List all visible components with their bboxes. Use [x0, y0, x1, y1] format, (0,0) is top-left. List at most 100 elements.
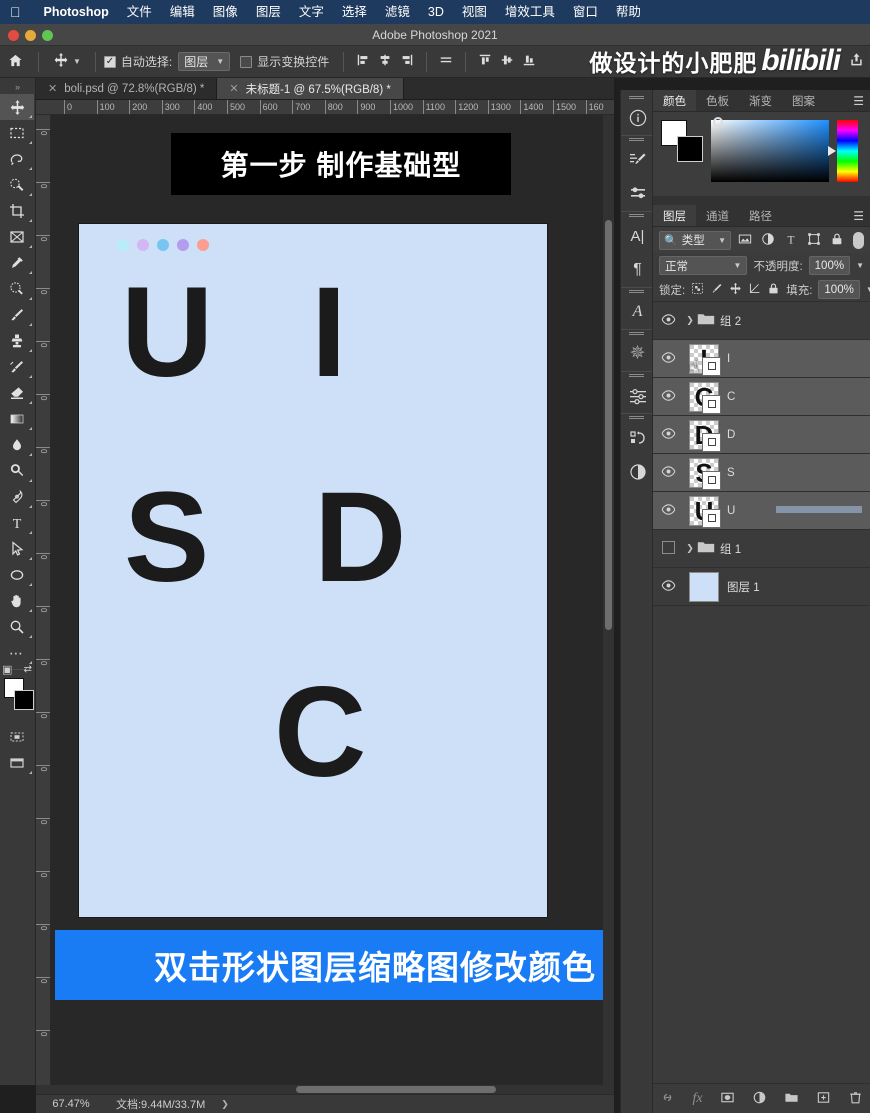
add-layer-mask-icon[interactable]	[720, 1090, 735, 1108]
lock-transparent-pixels-icon[interactable]	[691, 282, 704, 298]
fill-field[interactable]: 100%	[818, 280, 860, 299]
auto-select-checkbox[interactable]: ✓	[103, 55, 116, 68]
path-selection-tool[interactable]	[0, 536, 34, 562]
layer-row[interactable]: UU	[653, 492, 870, 530]
chevron-down-icon[interactable]: ▼	[73, 57, 81, 66]
panel-grip[interactable]	[621, 414, 652, 421]
clone-stamp-tool[interactable]	[0, 328, 34, 354]
layer-row[interactable]: I☝I	[653, 340, 870, 378]
blend-mode-dropdown[interactable]: 正常 ▼	[659, 256, 748, 275]
move-tool[interactable]	[0, 94, 34, 120]
eye-visible-icon[interactable]	[653, 313, 683, 329]
panel-grip[interactable]	[621, 288, 652, 295]
history-brush-tool[interactable]	[0, 354, 34, 380]
tab-channels[interactable]: 通道	[696, 205, 739, 226]
layer-thumbnail[interactable]: C	[689, 381, 721, 414]
vector-mask-thumbnail[interactable]	[702, 470, 721, 490]
color-picker-marker[interactable]	[713, 117, 723, 127]
type-tool[interactable]: T	[0, 510, 34, 536]
menu-item-layer[interactable]: 图层	[247, 0, 290, 24]
hue-slider[interactable]	[828, 120, 858, 182]
menu-item-window[interactable]: 窗口	[564, 0, 607, 24]
background-color-swatch[interactable]	[677, 136, 703, 162]
smart-object-filter-icon[interactable]	[828, 232, 846, 249]
menu-item-plugins[interactable]: 增效工具	[496, 0, 564, 24]
spot-healing-brush-tool[interactable]	[0, 276, 34, 302]
distribute-horizontal-icon[interactable]	[435, 53, 457, 70]
apple-logo-icon[interactable]: 	[10, 5, 21, 19]
history-panel-icon[interactable]	[621, 421, 654, 455]
ellipse-tool[interactable]	[0, 562, 34, 588]
opacity-chevron-down-icon[interactable]: ▼	[856, 261, 864, 270]
brush-settings-panel-icon[interactable]	[621, 143, 654, 177]
lock-artboard-nesting-icon[interactable]	[748, 282, 761, 298]
character-panel-icon[interactable]: A|	[621, 219, 654, 253]
show-transform-controls-checkbox[interactable]: ✓	[240, 55, 253, 68]
adjustments-panel-icon[interactable]	[621, 379, 654, 413]
menu-app-name[interactable]: Photoshop	[35, 0, 118, 24]
layer-row[interactable]: CC	[653, 378, 870, 416]
lasso-tool[interactable]	[0, 146, 34, 172]
eyedropper-tool[interactable]	[0, 250, 34, 276]
align-top-icon[interactable]	[474, 53, 496, 70]
lock-position-icon[interactable]	[729, 282, 742, 298]
info-panel-icon[interactable]	[621, 101, 654, 135]
opacity-field[interactable]: 100%	[808, 256, 851, 275]
vector-mask-thumbnail[interactable]	[702, 432, 721, 452]
panel-grip[interactable]	[621, 212, 652, 219]
menu-item-filter[interactable]: 滤镜	[376, 0, 419, 24]
shape-filter-icon[interactable]	[805, 232, 823, 249]
tab-gradients[interactable]: 渐变	[739, 90, 782, 111]
align-middle-vertical-icon[interactable]	[496, 53, 518, 70]
menu-item-view[interactable]: 视图	[453, 0, 496, 24]
adjustment-filter-icon[interactable]	[759, 232, 777, 249]
brush-tool[interactable]	[0, 302, 34, 328]
canvas-vertical-scrollbar[interactable]	[603, 115, 614, 1085]
background-color-swatch[interactable]	[14, 690, 34, 710]
tab-patterns[interactable]: 图案	[782, 90, 825, 111]
panel-grip[interactable]	[621, 136, 652, 143]
lock-all-icon[interactable]	[767, 282, 780, 298]
panel-grip[interactable]	[621, 94, 652, 101]
menu-item-file[interactable]: 文件	[118, 0, 161, 24]
maximize-window-button[interactable]	[42, 30, 53, 41]
quick-selection-tool[interactable]	[0, 172, 34, 198]
crop-tool[interactable]	[0, 198, 34, 224]
tab-swatches[interactable]: 色板	[696, 90, 739, 111]
eye-visible-icon[interactable]	[653, 579, 683, 595]
layer-thumbnail[interactable]: I	[689, 343, 721, 376]
zoom-tool[interactable]	[0, 614, 34, 640]
panel-grip[interactable]	[621, 372, 652, 379]
layer-thumbnail[interactable]	[689, 571, 719, 602]
scrollbar-thumb[interactable]	[605, 220, 612, 630]
align-center-horizontal-icon[interactable]	[374, 53, 396, 70]
home-icon[interactable]	[0, 53, 30, 71]
new-layer-icon[interactable]	[816, 1090, 831, 1108]
menu-item-edit[interactable]: 编辑	[161, 0, 204, 24]
paragraph-panel-icon[interactable]: ¶	[621, 253, 654, 287]
minimize-window-button[interactable]	[25, 30, 36, 41]
blur-tool[interactable]	[0, 432, 34, 458]
eye-hidden-icon[interactable]	[653, 540, 683, 557]
layer-thumbnail[interactable]: D	[689, 419, 721, 452]
panel-menu-icon[interactable]: ☰	[853, 209, 864, 223]
glyphs-panel-icon[interactable]: A	[621, 295, 654, 329]
gradient-tool[interactable]	[0, 406, 34, 432]
tab-layers[interactable]: 图层	[653, 205, 696, 226]
color-spectrum[interactable]	[711, 117, 829, 182]
vector-mask-thumbnail[interactable]	[702, 394, 721, 414]
screen-mode-button[interactable]	[0, 750, 34, 776]
group-expand-chevron-icon[interactable]: ❯	[683, 315, 697, 326]
scrollbar-thumb[interactable]	[296, 1086, 496, 1093]
layer-row[interactable]: DD	[653, 416, 870, 454]
eye-visible-icon[interactable]	[653, 427, 683, 443]
layer-row[interactable]: ❯ 组 2	[653, 302, 870, 340]
document-tab-untitled[interactable]: ✕ 未标题-1 @ 67.5%(RGB/8) *	[217, 78, 404, 99]
layer-filter-type-dropdown[interactable]: 🔍 类型 ▼	[659, 230, 731, 250]
properties-panel-icon[interactable]	[621, 455, 654, 489]
document-canvas[interactable]: 第一步 制作基础型 UISDC 双击形状图层缩略图修改颜色	[51, 115, 614, 1085]
layer-row[interactable]: SS	[653, 454, 870, 492]
menu-item-image[interactable]: 图像	[204, 0, 247, 24]
fill-chevron-down-icon[interactable]: ▼	[866, 285, 870, 294]
adjustment-layer-icon[interactable]	[752, 1090, 767, 1108]
